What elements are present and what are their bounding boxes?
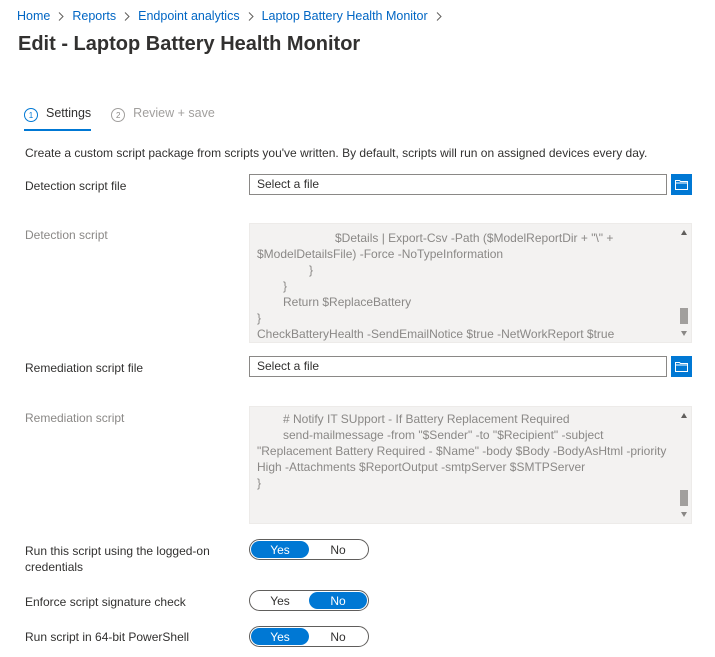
remediation-file-input[interactable]: Select a file xyxy=(249,356,667,377)
signature-check-toggle[interactable]: Yes No xyxy=(249,590,369,611)
option-64bit-label: Run script in 64-bit PowerShell xyxy=(25,630,190,644)
code-line: send-mailmessage -from "$Sender" -to "$R… xyxy=(283,428,604,442)
detection-file-label: Detection script file xyxy=(25,179,127,193)
step-number: 2 xyxy=(111,108,126,122)
code-line: # Notify IT SUpport - If Battery Replace… xyxy=(283,412,570,426)
scrollbar-thumb[interactable] xyxy=(680,490,688,506)
breadcrumb: Home Reports Endpoint analytics Laptop B… xyxy=(17,9,450,23)
code-line: } xyxy=(309,263,314,277)
scroll-up-icon[interactable] xyxy=(681,413,687,418)
code-line: CheckBatteryHealth -SendEmailNotice $tru… xyxy=(257,327,615,341)
code-line: Return $ReplaceBattery xyxy=(283,295,412,309)
chevron-right-icon xyxy=(124,11,130,21)
page-title: Edit - Laptop Battery Health Monitor xyxy=(18,33,361,55)
breadcrumb-endpoint-analytics[interactable]: Endpoint analytics xyxy=(138,9,239,23)
code-line: } xyxy=(257,311,262,325)
breadcrumb-home[interactable]: Home xyxy=(17,9,50,23)
code-line: } xyxy=(283,279,288,293)
scrollbar[interactable] xyxy=(677,224,691,342)
toggle-yes[interactable]: Yes xyxy=(251,592,309,609)
scroll-up-icon[interactable] xyxy=(681,230,687,235)
breadcrumb-reports[interactable]: Reports xyxy=(72,9,116,23)
remediation-script-label: Remediation script xyxy=(25,411,125,425)
code-line: $Details | Export-Csv -Path ($ModelRepor… xyxy=(335,231,614,245)
intro-text: Create a custom script package from scri… xyxy=(25,146,648,160)
toggle-yes[interactable]: Yes xyxy=(251,541,309,558)
code-line: "Replacement Battery Required - $Name" -… xyxy=(257,444,667,458)
folder-icon xyxy=(675,180,688,190)
toggle-no[interactable]: No xyxy=(309,628,367,645)
logged-on-credentials-toggle[interactable]: Yes No xyxy=(249,539,369,560)
toggle-no[interactable]: No xyxy=(309,592,367,609)
detection-file-input[interactable]: Select a file xyxy=(249,174,667,195)
code-line: $ModelDetailsFile) -Force -NoTypeInforma… xyxy=(257,247,504,261)
remediation-browse-button[interactable] xyxy=(671,356,692,377)
tab-review-save[interactable]: 2 Review + save xyxy=(111,106,215,131)
code-line: } xyxy=(257,476,262,490)
chevron-right-icon xyxy=(436,11,442,21)
step-number: 1 xyxy=(24,108,38,122)
scrollbar[interactable] xyxy=(677,407,691,523)
remediation-file-label: Remediation script file xyxy=(25,361,144,375)
scroll-down-icon[interactable] xyxy=(681,512,687,517)
remediation-script-editor[interactable]: # Notify IT SUpport - If Battery Replace… xyxy=(249,406,692,524)
folder-icon xyxy=(675,362,688,372)
powershell-64bit-toggle[interactable]: Yes No xyxy=(249,626,369,647)
step-label: Settings xyxy=(46,106,92,120)
scroll-down-icon[interactable] xyxy=(681,331,687,336)
chevron-right-icon xyxy=(248,11,254,21)
detection-script-editor[interactable]: $Details | Export-Csv -Path ($ModelRepor… xyxy=(249,223,692,343)
option-label-line: credentials xyxy=(25,560,84,574)
option-label-line: Run this script using the logged-on xyxy=(25,544,210,558)
option-logged-on-label: Run this script using the logged-on cred… xyxy=(25,543,210,575)
wizard-steps: 1 Settings 2 Review + save xyxy=(24,106,235,134)
code-line: High -Attachments $ReportOutput -smtpSer… xyxy=(257,460,586,474)
detection-script-label: Detection script xyxy=(25,228,108,242)
option-signature-label: Enforce script signature check xyxy=(25,595,186,609)
breadcrumb-laptop-battery[interactable]: Laptop Battery Health Monitor xyxy=(262,9,428,23)
chevron-right-icon xyxy=(58,11,65,21)
detection-browse-button[interactable] xyxy=(671,174,692,195)
scrollbar-thumb[interactable] xyxy=(680,308,688,324)
tab-settings[interactable]: 1 Settings xyxy=(24,106,92,131)
toggle-no[interactable]: No xyxy=(309,541,367,558)
step-label: Review + save xyxy=(133,106,215,120)
toggle-yes[interactable]: Yes xyxy=(251,628,309,645)
